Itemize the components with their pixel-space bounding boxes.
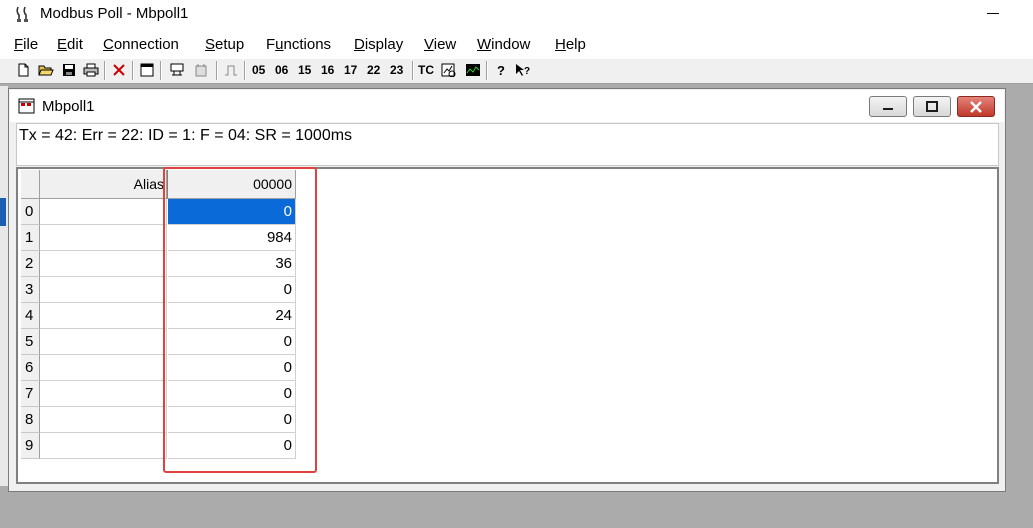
- row-index-header[interactable]: 8: [21, 407, 40, 433]
- background-window-edge: [0, 86, 8, 486]
- connect-icon[interactable]: [168, 61, 186, 79]
- toolbar-separator: [244, 61, 246, 80]
- alias-cell[interactable]: [40, 407, 167, 433]
- row-index-header[interactable]: 6: [21, 355, 40, 381]
- function-06-button[interactable]: 06: [275, 63, 288, 77]
- function-17-button[interactable]: 17: [344, 63, 357, 77]
- modbus-poll-app-icon: [14, 4, 34, 24]
- pulse-icon[interactable]: [222, 61, 240, 79]
- status-line: Tx = 42: Err = 22: ID = 1: F = 04: SR = …: [19, 127, 353, 144]
- communication-traffic-icon[interactable]: [440, 61, 458, 79]
- disconnect-icon[interactable]: [110, 61, 128, 79]
- child-title-bar[interactable]: [10, 90, 1004, 122]
- menu-setup[interactable]: Setup: [205, 36, 244, 53]
- help-icon[interactable]: ?: [492, 61, 510, 79]
- row-index-header[interactable]: 0: [21, 199, 40, 225]
- new-document-icon[interactable]: [14, 61, 32, 79]
- minimize-icon: [883, 107, 893, 110]
- grid-corner-header: [21, 170, 40, 199]
- maximize-icon: [926, 100, 938, 112]
- data-log-icon[interactable]: [192, 61, 210, 79]
- alias-column-header[interactable]: Alias: [40, 170, 167, 199]
- row-index-header[interactable]: 3: [21, 277, 40, 303]
- whats-this-help-icon[interactable]: ?: [514, 61, 532, 79]
- mbpoll-document-icon: [18, 97, 36, 115]
- app-title: Modbus Poll - Mbpoll1: [40, 5, 189, 22]
- alias-cell[interactable]: [40, 225, 167, 251]
- child-minimize-button[interactable]: [869, 96, 907, 117]
- function-16-button[interactable]: 16: [321, 63, 334, 77]
- menu-edit[interactable]: Edit: [57, 36, 83, 53]
- open-folder-icon[interactable]: [37, 61, 55, 79]
- menu-display[interactable]: Display: [354, 36, 403, 53]
- menu-window[interactable]: Window: [477, 36, 530, 53]
- menu-view[interactable]: View: [424, 36, 456, 53]
- alias-cell[interactable]: [40, 381, 167, 407]
- toolbar-separator: [104, 61, 106, 80]
- background-selection-edge: [0, 198, 6, 226]
- svg-text:?: ?: [497, 63, 505, 77]
- print-icon[interactable]: [82, 61, 100, 79]
- row-index-header[interactable]: 4: [21, 303, 40, 329]
- menu-file[interactable]: File: [14, 36, 38, 53]
- function-05-button[interactable]: 05: [252, 63, 265, 77]
- alias-cell[interactable]: [40, 303, 167, 329]
- save-icon[interactable]: [60, 61, 78, 79]
- alias-cell[interactable]: [40, 355, 167, 381]
- close-icon: [970, 100, 982, 113]
- menu-bar: File Edit Connection Setup Functions Dis…: [0, 32, 1033, 58]
- menu-functions[interactable]: Functions: [266, 36, 331, 53]
- alias-cell[interactable]: [40, 433, 167, 459]
- row-index-header[interactable]: 5: [21, 329, 40, 355]
- function-15-button[interactable]: 15: [298, 63, 311, 77]
- toolbar-separator: [486, 61, 488, 80]
- alias-cell[interactable]: [40, 199, 167, 225]
- child-maximize-button[interactable]: [913, 96, 951, 117]
- alias-cell[interactable]: [40, 277, 167, 303]
- chart-icon[interactable]: [464, 61, 482, 79]
- toolbar-separator: [160, 61, 162, 80]
- tc-button[interactable]: TC: [418, 63, 434, 77]
- child-window-title: Mbpoll1: [42, 98, 95, 115]
- row-index-header[interactable]: 1: [21, 225, 40, 251]
- row-index-header[interactable]: 2: [21, 251, 40, 277]
- toolbar-separator: [216, 61, 218, 80]
- svg-text:?: ?: [524, 66, 530, 77]
- menu-connection[interactable]: Connection: [103, 36, 179, 53]
- window-icon[interactable]: [138, 61, 156, 79]
- toolbar: 05 06 15 16 17 22 23 TC ? ?: [0, 58, 1033, 84]
- alias-cell[interactable]: [40, 251, 167, 277]
- child-close-button[interactable]: [957, 96, 995, 117]
- highlight-annotation-box: [163, 167, 317, 473]
- row-index-header[interactable]: 7: [21, 381, 40, 407]
- app-minimize-button[interactable]: [980, 4, 1006, 24]
- menu-help[interactable]: Help: [555, 36, 586, 53]
- toolbar-separator: [132, 61, 134, 80]
- function-22-button[interactable]: 22: [367, 63, 380, 77]
- toolbar-separator: [412, 61, 414, 80]
- alias-cell[interactable]: [40, 329, 167, 355]
- row-index-header[interactable]: 9: [21, 433, 40, 459]
- function-23-button[interactable]: 23: [390, 63, 403, 77]
